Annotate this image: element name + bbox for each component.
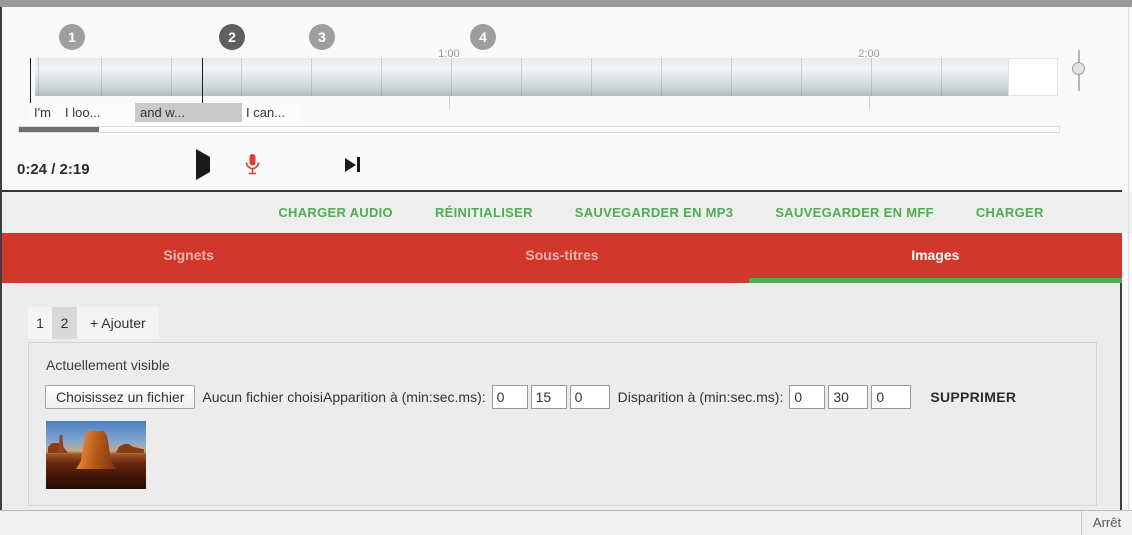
disappear-ms-input[interactable] (871, 385, 911, 409)
step-marker-2[interactable]: 2 (219, 24, 245, 50)
subtitle-chip[interactable]: I can... (246, 103, 285, 122)
waveform-track[interactable] (35, 58, 1008, 96)
add-image-tab-button[interactable]: + Ajouter (77, 307, 159, 339)
window-left-border (0, 7, 2, 510)
step-marker-3[interactable]: 3 (309, 24, 335, 50)
tab-images[interactable]: Images (749, 233, 1122, 283)
disappear-seconds-input[interactable] (828, 385, 868, 409)
playback-state-label: Arrêt (1082, 511, 1132, 535)
playback-time-display: 0:24 / 2:19 (17, 161, 90, 178)
thumbnail-mesa-left (48, 443, 68, 453)
image-settings-row: Choisissez un fichier Aucun fichier choi… (45, 385, 1016, 409)
record-button[interactable] (244, 153, 261, 176)
microphone-icon (244, 153, 261, 176)
image-page-tabs: 1 2 + Ajouter (28, 307, 159, 339)
zoom-slider-handle[interactable] (1072, 62, 1085, 75)
scroll-progress-bar[interactable] (18, 126, 1060, 133)
action-menu: CHARGER AUDIO RÉINITIALISER SAUVEGARDER … (0, 192, 1132, 233)
scroll-progress-fill (19, 127, 99, 132)
tab-signets[interactable]: Signets (2, 233, 375, 283)
tab-sous-titres[interactable]: Sous-titres (375, 233, 748, 283)
timeline-section: 1 2 3 4 1:00 2:00 I'm I loo... and w... … (2, 7, 1128, 190)
file-status-text: Aucun fichier choisi (202, 389, 323, 405)
audio-editor-window: 1 2 3 4 1:00 2:00 I'm I loo... and w... … (0, 0, 1132, 535)
appear-seconds-input[interactable] (531, 385, 567, 409)
play-icon (196, 149, 210, 180)
window-top-bar (0, 0, 1132, 7)
window-right-border (1120, 283, 1122, 510)
images-tab-content: 1 2 + Ajouter Actuellement visible Chois… (2, 283, 1120, 510)
subtitle-chip-selected[interactable]: and w... (135, 103, 242, 122)
appear-time-label: Apparition à (min:sec.ms): (323, 389, 486, 405)
skip-to-end-icon (345, 157, 360, 172)
status-bar: Arrêt (0, 510, 1132, 535)
step-marker-4[interactable]: 4 (470, 24, 496, 50)
menu-charger[interactable]: CHARGER (976, 205, 1044, 220)
image-page-tab-1[interactable]: 1 (28, 307, 52, 339)
menu-reinitialiser[interactable]: RÉINITIALISER (435, 205, 533, 220)
step-marker-1[interactable]: 1 (59, 24, 85, 50)
play-button[interactable] (196, 157, 210, 172)
thumbnail-mesa-right (116, 444, 144, 453)
thumbnail-butte (76, 431, 116, 469)
delete-image-button[interactable]: SUPPRIMER (930, 389, 1016, 405)
menu-charger-audio[interactable]: CHARGER AUDIO (278, 205, 393, 220)
waveform-track-empty-tail (1008, 58, 1058, 96)
subtitle-chip-strip: I'm I loo... and w... I can... (30, 103, 300, 122)
disappear-minutes-input[interactable] (789, 385, 825, 409)
menu-sauvegarder-mff[interactable]: SAUVEGARDER EN MFF (775, 205, 934, 220)
window-right-edge-line (1128, 7, 1129, 510)
image-thumbnail (46, 421, 146, 489)
appear-ms-input[interactable] (570, 385, 610, 409)
choose-file-button[interactable]: Choisissez un fichier (45, 385, 195, 409)
menu-sauvegarder-mp3[interactable]: SAUVEGARDER EN MP3 (575, 205, 734, 220)
panel-title: Actuellement visible (46, 357, 170, 373)
subtitle-chip[interactable]: I'm (34, 103, 51, 122)
main-tab-bar: Signets Sous-titres Images (2, 233, 1122, 283)
thumbnail-spire (58, 435, 64, 453)
segment-start-marker (30, 58, 31, 104)
subtitle-chip[interactable]: I loo... (65, 103, 100, 122)
playhead-cursor[interactable] (202, 58, 203, 104)
disappear-time-label: Disparition à (min:sec.ms): (618, 389, 784, 405)
appear-minutes-input[interactable] (492, 385, 528, 409)
skip-to-end-button[interactable] (345, 157, 360, 172)
image-page-tab-2[interactable]: 2 (52, 307, 77, 339)
image-settings-panel: Actuellement visible Choisissez un fichi… (28, 342, 1097, 506)
